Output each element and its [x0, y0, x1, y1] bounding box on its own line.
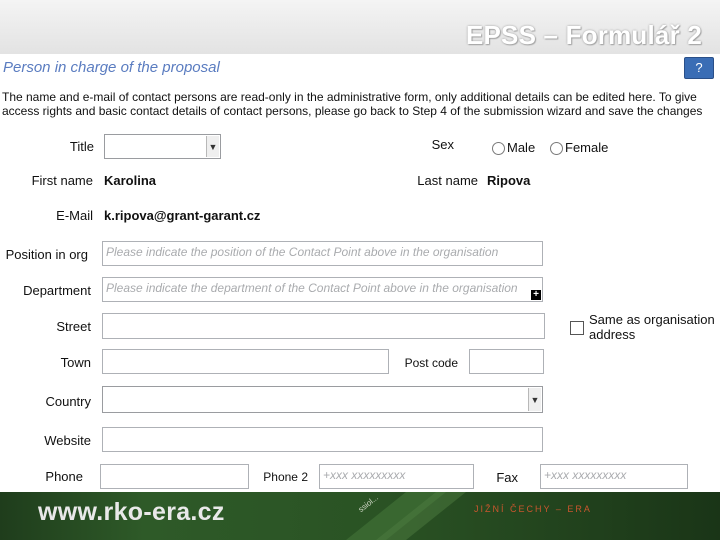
title-select[interactable]: ▼ — [104, 134, 221, 159]
department-input[interactable]: Please indicate the department of the Co… — [102, 277, 543, 302]
slide-title: EPSS – Formulář 2 — [465, 20, 702, 50]
country-select[interactable]: ▼ — [102, 386, 543, 413]
footer-url[interactable]: www.rko-era.cz — [38, 498, 225, 527]
slide-header: EPSS – Formulář 2 — [0, 0, 720, 56]
same-as-org-label: Same as organisation address — [589, 312, 715, 342]
same-as-org-checkbox[interactable] — [570, 321, 584, 335]
fax-label: Fax — [496, 470, 518, 485]
footer-region: JIŽNÍ ČECHY – ERA — [474, 504, 592, 514]
sex-male-label: Male — [507, 140, 536, 155]
department-label: Department — [23, 283, 91, 298]
town-label: Town — [60, 355, 91, 370]
last-name-label: Last name — [417, 173, 478, 188]
sex-label: Sex — [431, 137, 454, 152]
sex-female-label: Female — [565, 140, 609, 155]
postcode-label: Post code — [404, 356, 458, 370]
chevron-down-icon[interactable]: ▼ — [528, 388, 541, 411]
phone2-input[interactable]: +xxx xxxxxxxxx — [319, 464, 474, 489]
footer-decoration: ssiol... — [346, 492, 466, 540]
help-button[interactable]: ? — [684, 57, 714, 79]
website-label: Website — [44, 433, 91, 448]
footer-banner: www.rko-era.cz ssiol... JIŽNÍ ČECHY – ER… — [0, 492, 720, 540]
email-label: E-Mail — [56, 208, 93, 223]
section-title: Person in charge of the proposal — [3, 59, 220, 76]
fax-input[interactable]: +xxx xxxxxxxxx — [540, 464, 688, 489]
street-input[interactable] — [102, 313, 545, 339]
phone-input[interactable] — [100, 464, 249, 489]
first-name-value: Karolina — [104, 173, 157, 188]
email-value: k.ripova@grant-garant.cz — [104, 208, 261, 223]
last-name-value: Ripova — [487, 173, 531, 188]
contact-form: Person in charge of the proposal ? The n… — [0, 54, 720, 496]
postcode-input[interactable] — [469, 349, 544, 374]
chevron-down-icon[interactable]: ▼ — [206, 136, 219, 157]
phone-label: Phone — [45, 469, 83, 484]
phone2-label: Phone 2 — [263, 470, 308, 484]
country-label: Country — [45, 394, 91, 409]
town-input[interactable] — [102, 349, 389, 374]
website-input[interactable] — [102, 427, 543, 452]
info-note: The name and e-mail of contact persons a… — [2, 90, 703, 118]
expand-icon[interactable]: + — [531, 290, 541, 300]
sex-male-radio[interactable] — [492, 142, 505, 155]
position-label: Position in org — [5, 247, 88, 262]
street-label: Street — [56, 319, 91, 334]
sex-female-radio[interactable] — [550, 142, 563, 155]
footer-deco-text: ssiol... — [357, 493, 380, 514]
first-name-label: First name — [31, 173, 93, 188]
title-label: Title — [69, 139, 94, 154]
position-input[interactable]: Please indicate the position of the Cont… — [102, 241, 543, 266]
